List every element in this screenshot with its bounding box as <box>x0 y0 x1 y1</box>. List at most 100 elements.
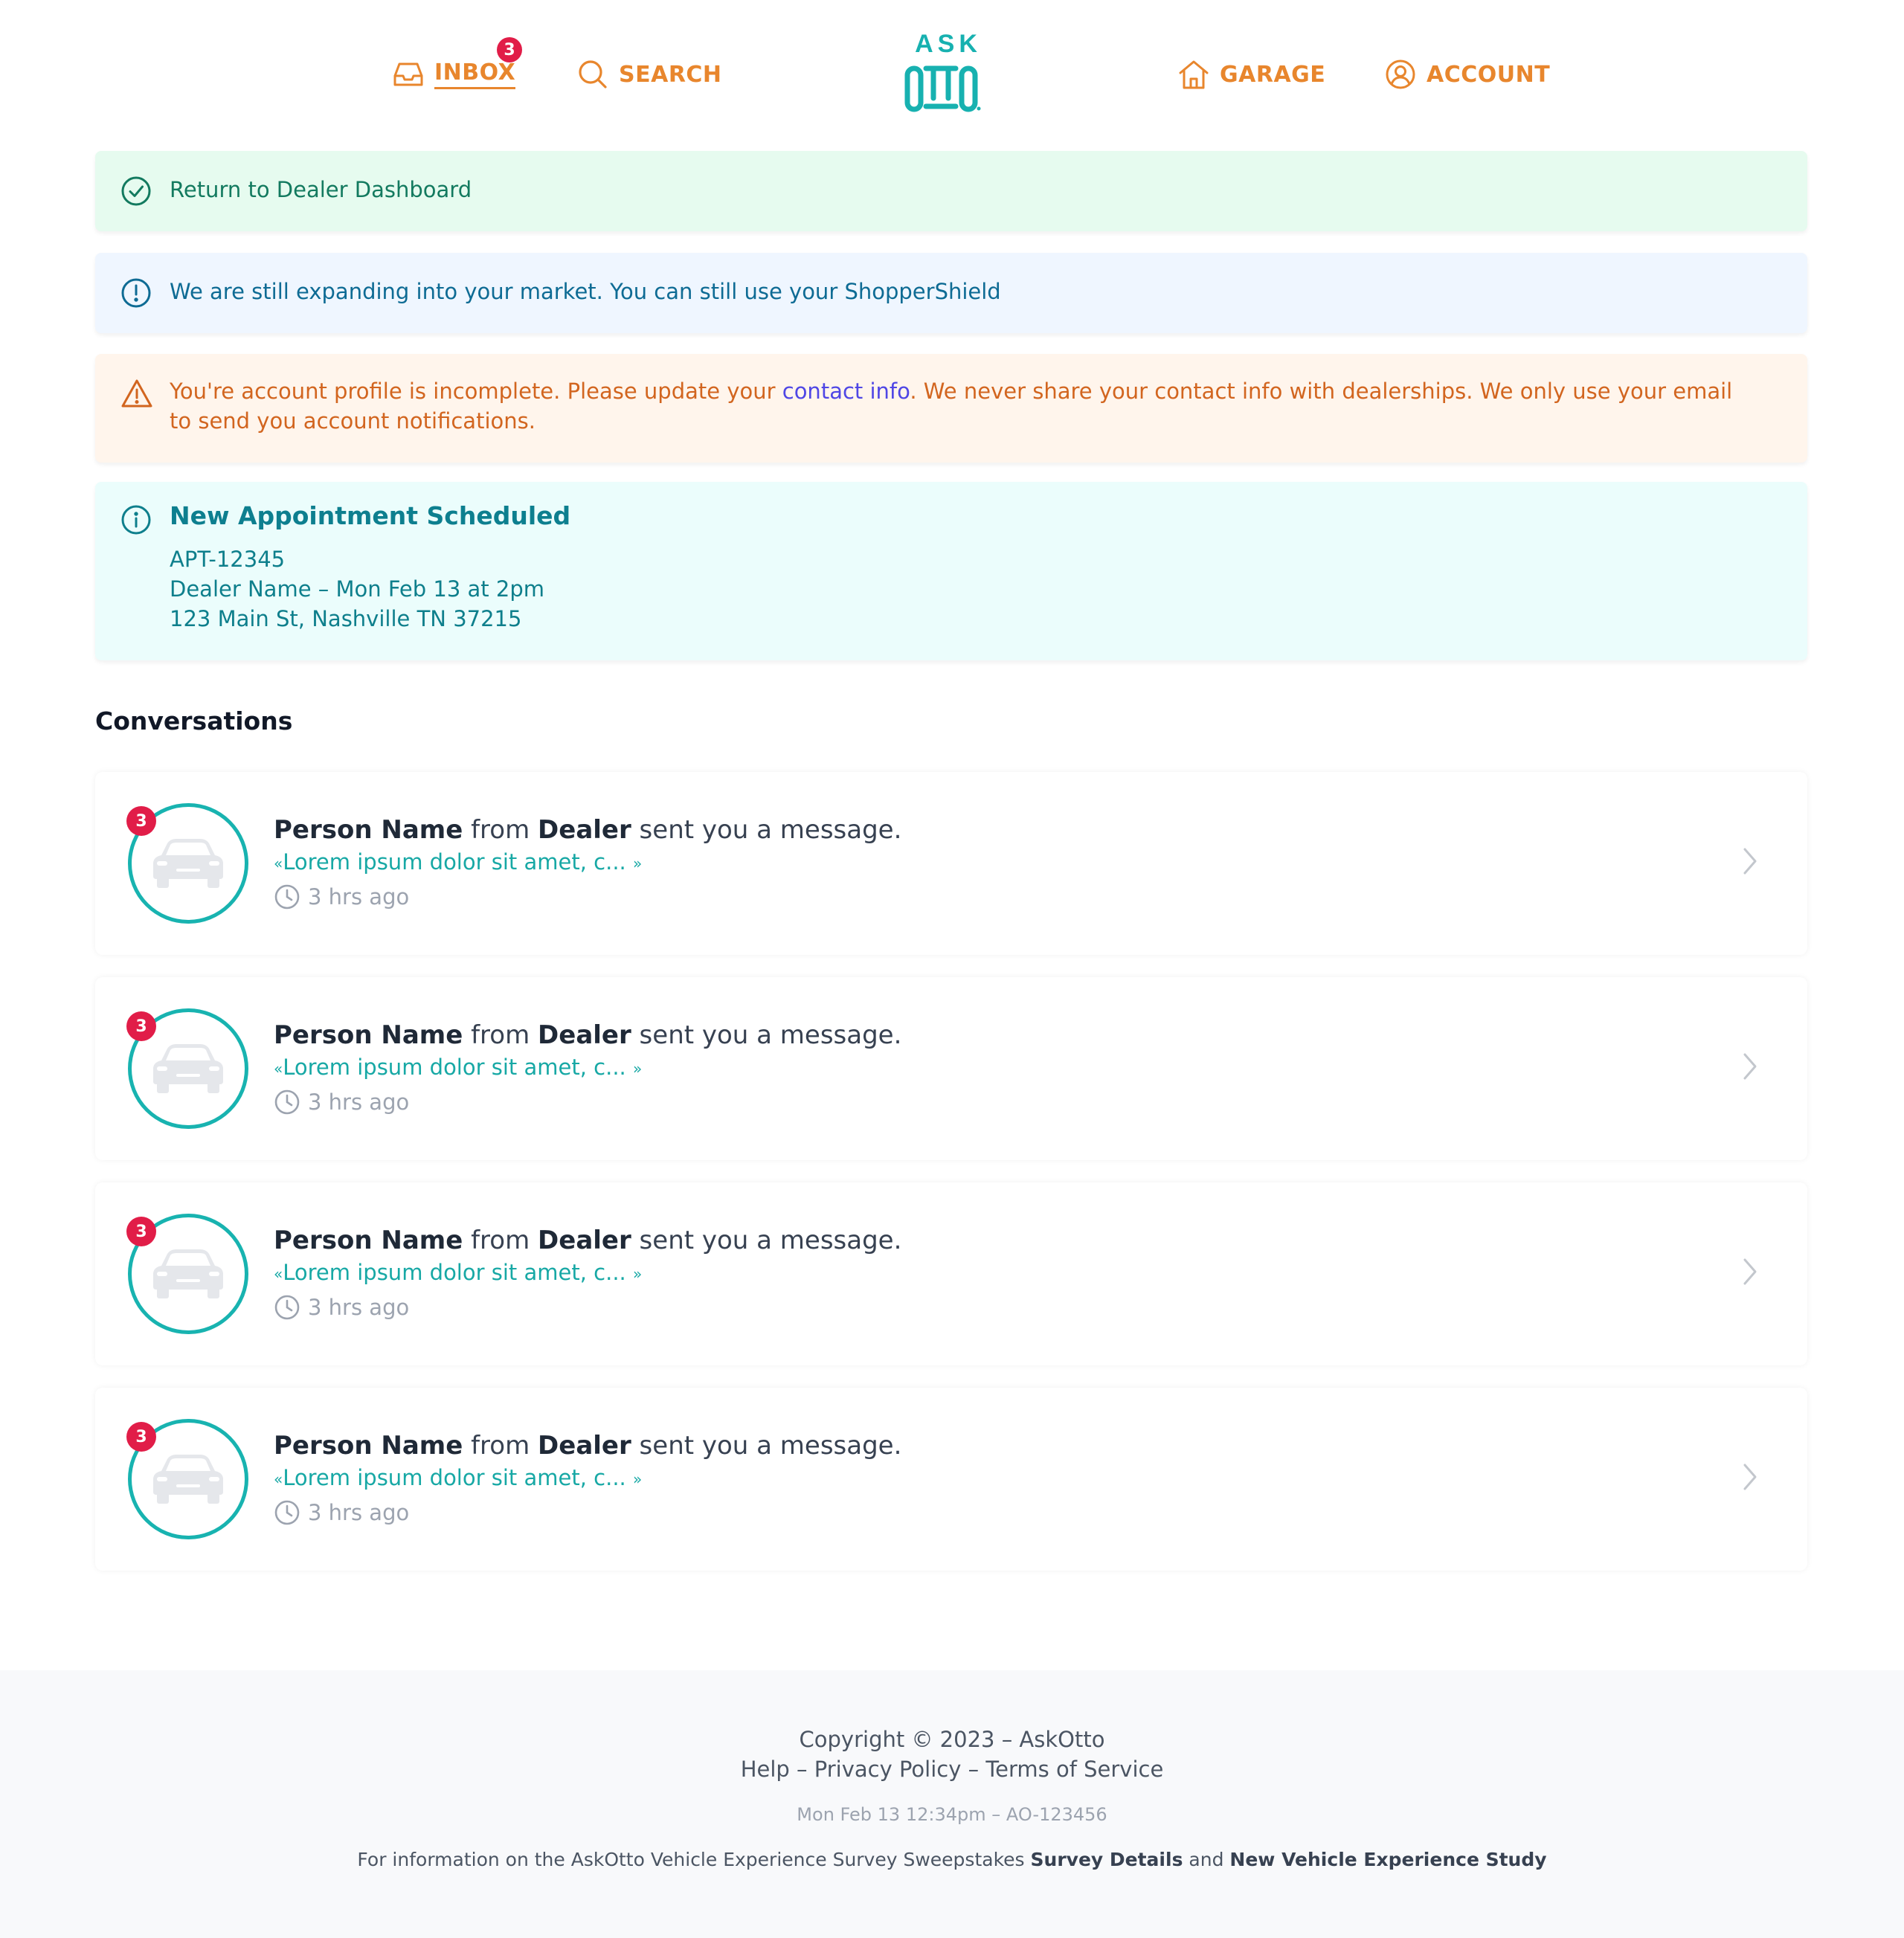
message-preview: «Lorem ipsum dolor sit amet, c... » <box>274 1465 642 1490</box>
top-nav: INBOX 3 SEARCH ASK GARAGE ACCOUNT <box>0 0 1904 149</box>
conversation-headline: Person Name from Dealer sent you a messa… <box>274 1020 901 1050</box>
nav-account[interactable]: ACCOUNT <box>1383 57 1550 92</box>
close-quote: » <box>633 1470 643 1488</box>
unread-badge: 3 <box>126 1217 156 1246</box>
message-time: 3 hrs ago <box>274 882 409 912</box>
svg-text:ASK: ASK <box>915 30 982 58</box>
dealer-name: Dealer <box>538 1226 631 1255</box>
unread-badge: 3 <box>126 1422 156 1452</box>
open-quote: « <box>274 1265 283 1283</box>
conversation-headline: Person Name from Dealer sent you a messa… <box>274 815 901 845</box>
dealer-name: Dealer <box>538 815 631 845</box>
close-quote: » <box>633 1060 643 1078</box>
sender-name: Person Name <box>274 1431 463 1461</box>
home-icon <box>1177 57 1211 91</box>
preview-text: Lorem ipsum dolor sit amet, c... <box>283 1465 626 1490</box>
nav-inbox-label: INBOX <box>434 59 516 89</box>
privacy-policy-link[interactable]: Privacy Policy <box>814 1757 962 1782</box>
nav-search[interactable]: SEARCH <box>576 57 722 92</box>
askotto-logo[interactable]: ASK <box>896 30 1000 119</box>
survey-details-link[interactable]: Survey Details <box>1031 1849 1183 1870</box>
check-circle-icon <box>120 176 152 207</box>
action-text: sent you a message. <box>631 1020 902 1050</box>
contact-info-link[interactable]: contact info <box>782 379 910 404</box>
preview-text: Lorem ipsum dolor sit amet, c... <box>283 849 626 875</box>
conversation-headline: Person Name from Dealer sent you a messa… <box>274 1226 901 1255</box>
dealer-name: Dealer <box>538 1431 631 1461</box>
unread-badge: 3 <box>126 1011 156 1041</box>
close-quote: » <box>633 1265 643 1283</box>
chevron-right-icon <box>1743 1258 1757 1285</box>
chevron-right-icon <box>1743 1053 1757 1080</box>
dealer-name: Dealer <box>538 1020 631 1050</box>
conversation-headline: Person Name from Dealer sent you a messa… <box>274 1431 901 1461</box>
car-icon <box>153 839 223 888</box>
action-text: sent you a message. <box>631 1226 902 1255</box>
appointment-id: APT-12345 <box>170 547 286 572</box>
chevron-right-icon <box>1743 848 1757 875</box>
profile-incomplete-text: You're account profile is incomplete. Pl… <box>170 376 1755 436</box>
footer-links: Help – Privacy Policy – Terms of Service <box>0 1757 1904 1782</box>
copyright: Copyright © 2023 – AskOtto <box>799 1727 1105 1752</box>
clock-icon <box>274 884 300 910</box>
time-text: 3 hrs ago <box>308 1089 410 1115</box>
message-time: 3 hrs ago <box>274 1498 409 1527</box>
action-text: sent you a message. <box>631 815 902 845</box>
message-time: 3 hrs ago <box>274 1292 409 1322</box>
help-link[interactable]: Help <box>741 1757 790 1782</box>
from-text: from <box>463 1226 538 1255</box>
from-text: from <box>463 1431 538 1461</box>
message-preview: «Lorem ipsum dolor sit amet, c... » <box>274 1260 642 1285</box>
info-circle-icon <box>120 504 152 535</box>
from-text: from <box>463 1020 538 1050</box>
action-text: sent you a message. <box>631 1431 902 1461</box>
terms-of-service-link[interactable]: Terms of Service <box>985 1757 1163 1782</box>
profile-incomplete-alert: You're account profile is incomplete. Pl… <box>95 354 1807 463</box>
nav-inbox[interactable]: INBOX <box>391 57 516 92</box>
return-dashboard-link[interactable]: Return to Dealer Dashboard <box>170 175 1755 205</box>
car-icon <box>153 1455 223 1504</box>
inbox-unread-badge: 3 <box>497 37 522 62</box>
message-time: 3 hrs ago <box>274 1087 409 1117</box>
market-expansion-alert: We are still expanding into your market.… <box>95 253 1807 333</box>
exclamation-circle-icon <box>120 277 152 309</box>
and-text: and <box>1183 1849 1230 1870</box>
preview-text: Lorem ipsum dolor sit amet, c... <box>283 1055 626 1080</box>
car-icon <box>153 1044 223 1093</box>
return-dashboard-alert[interactable]: Return to Dealer Dashboard <box>95 151 1807 231</box>
from-text: from <box>463 815 538 845</box>
conversations-heading: Conversations <box>95 706 293 735</box>
time-text: 3 hrs ago <box>308 1500 410 1525</box>
market-expansion-text: We are still expanding into your market.… <box>170 279 1001 304</box>
time-text: 3 hrs ago <box>308 1295 410 1320</box>
open-quote: « <box>274 854 283 872</box>
clock-icon <box>274 1089 300 1115</box>
sweepstakes-info: For information on the AskOtto Vehicle E… <box>0 1849 1904 1870</box>
message-preview: «Lorem ipsum dolor sit amet, c... » <box>274 1055 642 1080</box>
sender-name: Person Name <box>274 1020 463 1050</box>
sweepstakes-text: For information on the AskOtto Vehicle E… <box>357 1849 1031 1870</box>
clock-icon <box>274 1500 300 1525</box>
open-quote: « <box>274 1060 283 1078</box>
new-vehicle-study-link[interactable]: New Vehicle Experience Study <box>1229 1849 1546 1870</box>
chevron-right-icon <box>1743 1464 1757 1490</box>
appointment-dealer-time: Dealer Name – Mon Feb 13 at 2pm <box>170 576 544 602</box>
footer-separator: – <box>789 1757 814 1782</box>
conversation-item[interactable]: 3 Person Name from Dealer sent you a mes… <box>95 1182 1807 1365</box>
appointment-alert: New Appointment Scheduled APT-12345 Deal… <box>95 482 1807 660</box>
message-preview: «Lorem ipsum dolor sit amet, c... » <box>274 849 642 875</box>
conversation-item[interactable]: 3 Person Name from Dealer sent you a mes… <box>95 977 1807 1160</box>
conversation-item[interactable]: 3 Person Name from Dealer sent you a mes… <box>95 1388 1807 1571</box>
warning-triangle-icon <box>120 378 152 409</box>
time-text: 3 hrs ago <box>308 884 410 910</box>
car-icon <box>153 1249 223 1298</box>
nav-garage[interactable]: GARAGE <box>1177 57 1325 92</box>
nav-search-label: SEARCH <box>619 61 722 88</box>
warning-text-before: You're account profile is incomplete. Pl… <box>170 379 782 404</box>
sender-name: Person Name <box>274 815 463 845</box>
conversation-item[interactable]: 3 Person Name from Dealer sent you a mes… <box>95 772 1807 955</box>
open-quote: « <box>274 1470 283 1488</box>
unread-badge: 3 <box>126 806 156 836</box>
footer-timestamp: Mon Feb 13 12:34pm – AO-123456 <box>797 1804 1107 1825</box>
inbox-icon <box>391 57 425 91</box>
